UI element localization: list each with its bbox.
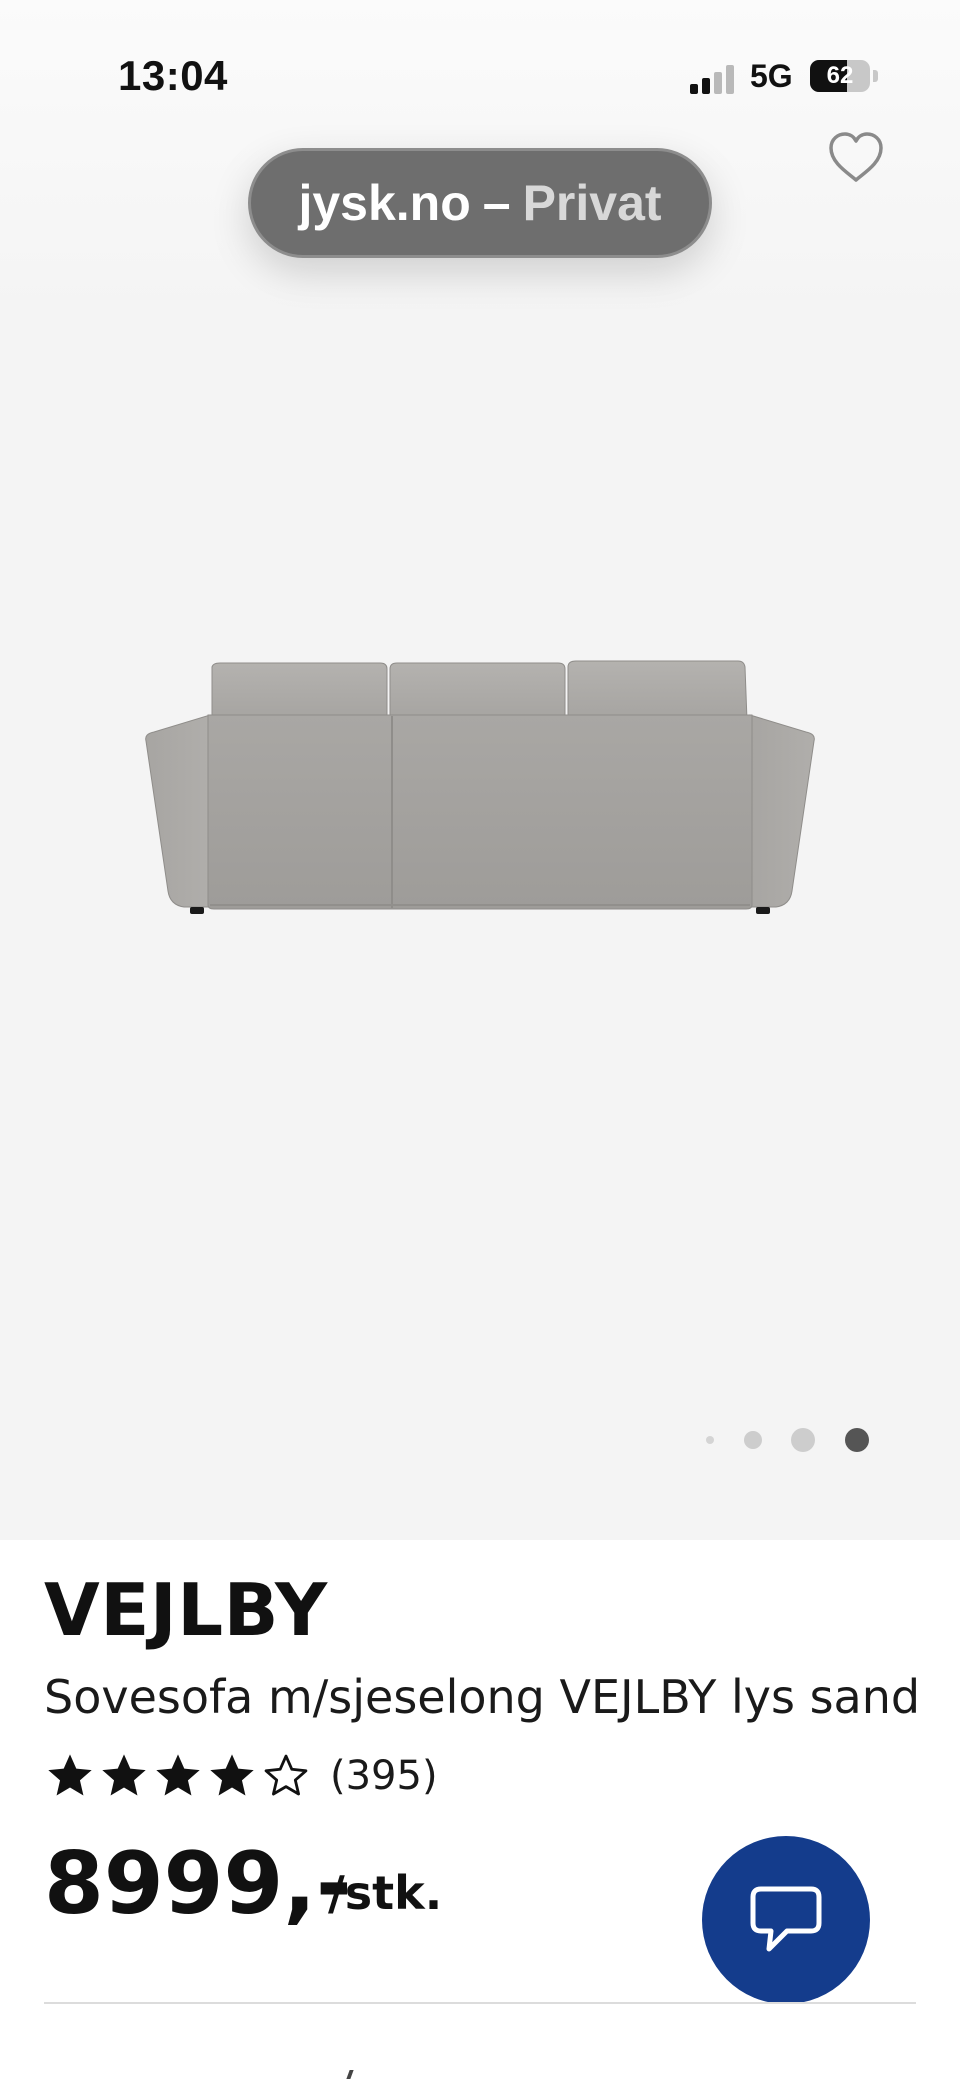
product-price: 8999,- [44, 1834, 352, 1934]
carousel-dot[interactable] [744, 1431, 762, 1449]
star-filled-icon [210, 1754, 254, 1796]
product-rating[interactable]: (395) [44, 1746, 438, 1806]
url-separator: – [482, 175, 511, 231]
right-foot [756, 907, 770, 914]
battery-tip [873, 70, 878, 82]
section-divider [44, 2002, 916, 2004]
product-page: 13:04 5G 62 jysk.no – Privat VEJLBY Sove… [0, 0, 960, 2079]
back-cushion-left [211, 662, 388, 721]
chat-bubble-icon [750, 1886, 822, 1952]
price-unit: /stk. [328, 1866, 443, 1920]
next-section-peek [346, 2070, 354, 2079]
battery-percent: 62 [826, 62, 854, 89]
back-cushion-middle [389, 662, 566, 721]
rating-stars [44, 1750, 314, 1802]
star-filled-icon [102, 1754, 146, 1796]
left-armrest [145, 714, 211, 908]
review-count: (395) [330, 1753, 438, 1799]
right-armrest [749, 714, 815, 908]
address-bar[interactable]: jysk.no – Privat [248, 148, 712, 258]
url-domain: jysk.no [298, 175, 471, 231]
network-type: 5G [750, 58, 793, 94]
status-bar: 13:04 5G 62 [0, 0, 960, 150]
product-brand: VEJLBY [44, 1568, 328, 1652]
browsing-mode: Privat [522, 175, 662, 231]
star-filled-icon [48, 1754, 92, 1796]
carousel-dot[interactable] [791, 1428, 815, 1452]
heart-outline-icon[interactable] [826, 130, 886, 186]
battery-icon: 62 [810, 60, 870, 92]
star-empty-icon [264, 1754, 308, 1796]
sofa-back-panel [207, 714, 753, 910]
chat-button[interactable] [702, 1836, 870, 2004]
product-image[interactable] [140, 655, 820, 915]
cellular-signal-icon [690, 64, 736, 94]
back-cushion-right [567, 660, 748, 721]
star-filled-icon [156, 1754, 200, 1796]
product-title: Sovesofa m/sjeselong VEJLBY lys sand [44, 1670, 921, 1724]
carousel-dot-active[interactable] [845, 1428, 869, 1452]
carousel-dot[interactable] [706, 1436, 714, 1444]
left-foot [190, 907, 204, 914]
status-time: 13:04 [118, 52, 228, 99]
carousel-indicator[interactable] [700, 1424, 880, 1456]
